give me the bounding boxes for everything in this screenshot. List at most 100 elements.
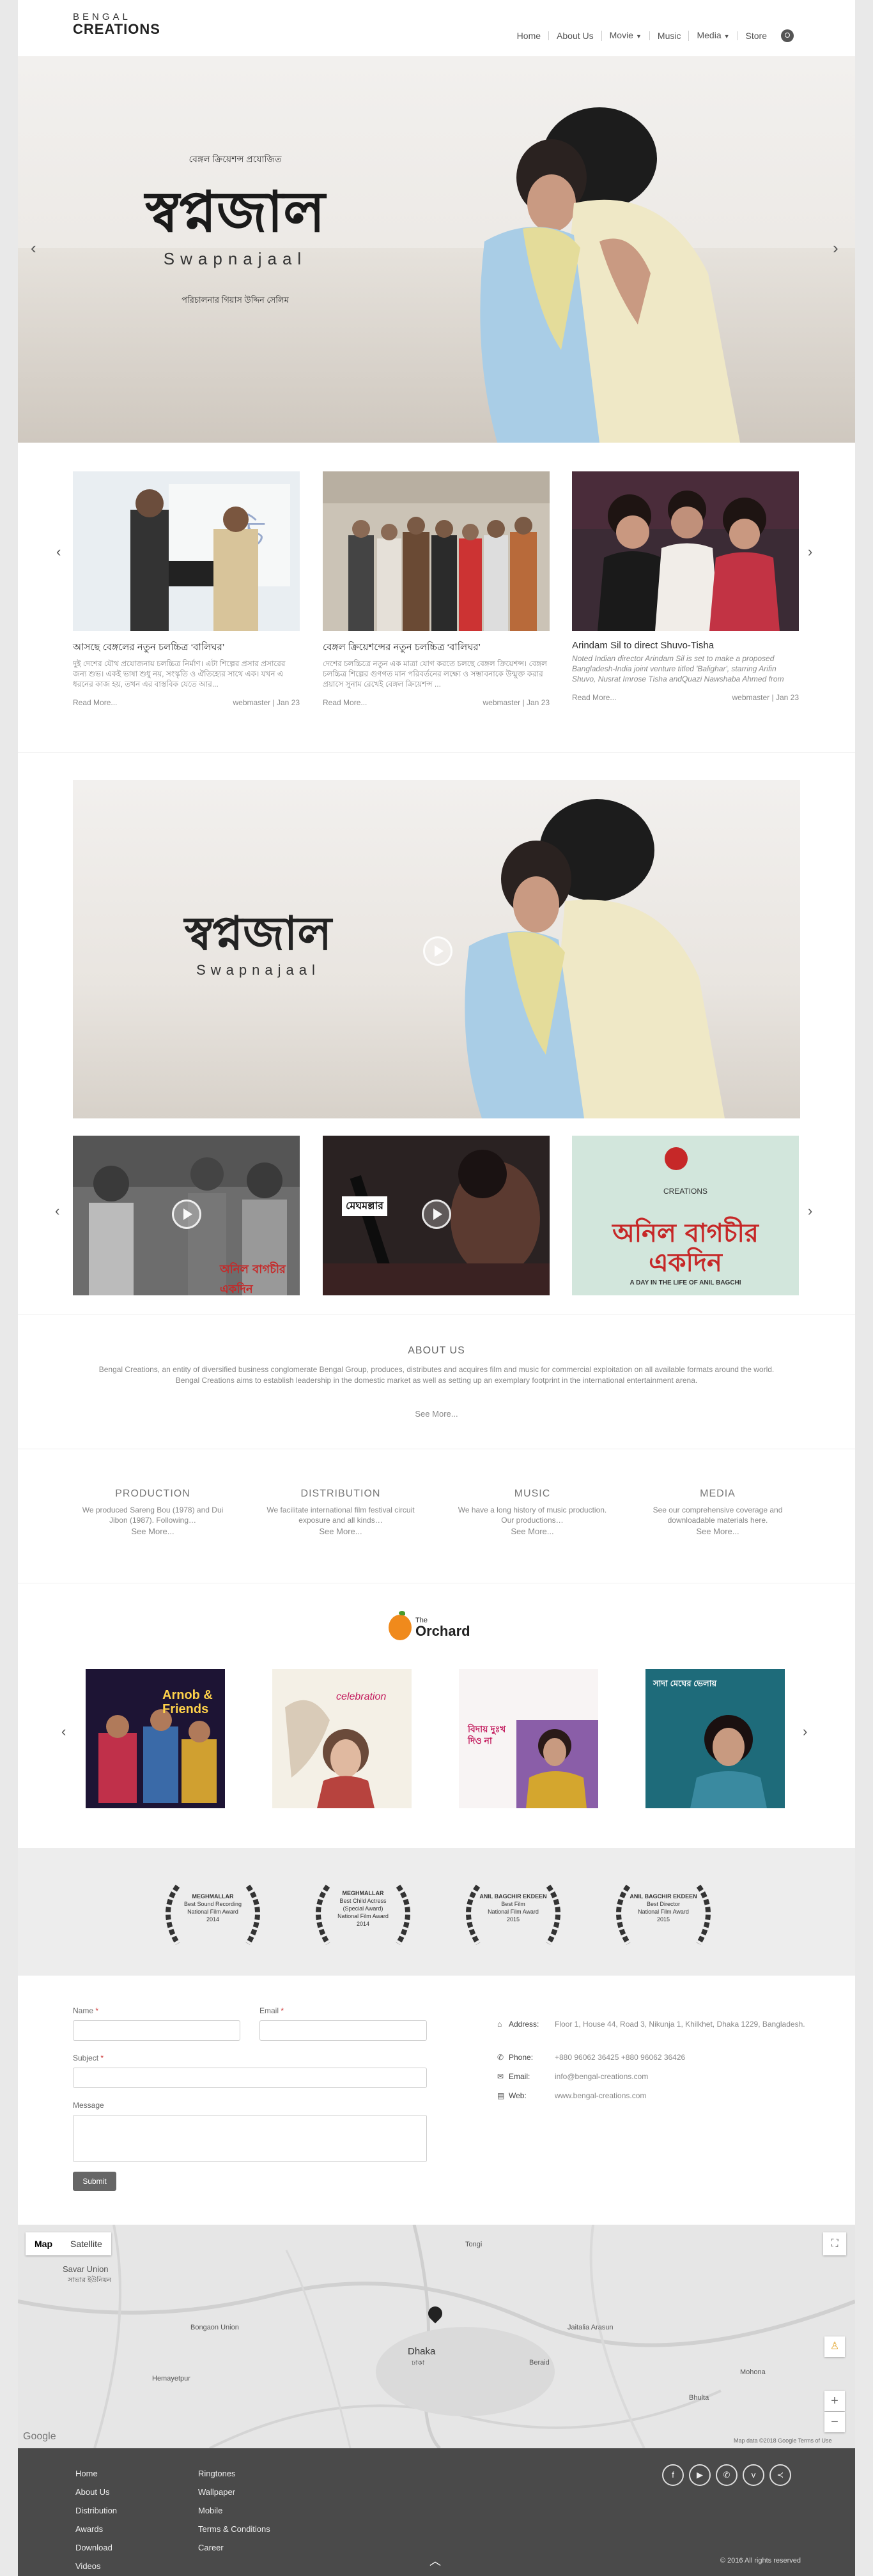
map-tiles: [18, 2225, 855, 2448]
email-info-value[interactable]: info@bengal-creations.com: [555, 2071, 836, 2082]
orchard-logo[interactable]: The Orchard: [389, 1608, 470, 1647]
chevron-left-icon[interactable]: ‹: [61, 1723, 66, 1740]
news-title[interactable]: Arindam Sil to direct Shuvo-Tisha: [572, 640, 799, 651]
map-label: Bhulta: [689, 2394, 709, 2402]
news-card[interactable]: Arindam Sil to direct Shuvo-Tisha Noted …: [572, 471, 799, 702]
footer-link[interactable]: Ringtones: [198, 2464, 270, 2483]
google-logo[interactable]: Google: [23, 2431, 56, 2443]
facebook-icon[interactable]: f: [662, 2464, 684, 2486]
featured-video[interactable]: স্বপ্নজাল Swapnajaal: [73, 780, 800, 1118]
album-cover[interactable]: সাদা মেঘের ভেলায়: [645, 1669, 785, 1808]
news-card[interactable]: চি আসছে বেঙ্গলের নতুন চলচ্চিত্র ‘বালিঘর’…: [73, 471, 300, 707]
news-title[interactable]: আসছে বেঙ্গলের নতুন চলচ্চিত্র ‘বালিঘর’: [73, 640, 300, 656]
footer-link[interactable]: Career: [198, 2538, 270, 2557]
nav-about-us[interactable]: About Us: [548, 31, 601, 40]
album-cover[interactable]: Arnob & Friends: [86, 1669, 225, 1808]
service-see-more[interactable]: See More...: [638, 1527, 798, 1536]
chevron-left-icon[interactable]: ‹: [31, 238, 36, 258]
chevron-left-icon[interactable]: ‹: [56, 544, 61, 560]
chevron-right-icon[interactable]: ›: [808, 1203, 812, 1219]
web-value[interactable]: www.bengal-creations.com: [555, 2091, 836, 2101]
email-field[interactable]: [259, 2020, 427, 2041]
award-line: Best Film: [501, 1901, 525, 1907]
chevron-right-icon[interactable]: ›: [808, 544, 812, 560]
play-icon[interactable]: [422, 1200, 451, 1229]
envelope-icon: ✉: [497, 2072, 504, 2081]
pegman-icon[interactable]: ♙: [824, 2336, 845, 2357]
nav-media-label: Media: [697, 30, 722, 40]
footer-link[interactable]: Awards: [75, 2520, 117, 2538]
google-map[interactable]: Map Satellite ⛶ ♙ + − Savar Union সাভার …: [18, 2225, 855, 2448]
read-more-link[interactable]: Read More...: [73, 698, 117, 707]
award-line: National Film Award: [337, 1913, 389, 1919]
hero-title-en: Swapnajaal: [163, 249, 307, 268]
award-line: (Special Award): [343, 1905, 383, 1912]
vimeo-icon[interactable]: v: [743, 2464, 764, 2486]
service-media: MEDIA See our comprehensive coverage and…: [638, 1488, 798, 1536]
contact-address: ⌂ Address: Floor 1, House 44, Road 3, Ni…: [497, 2019, 836, 2030]
news-card[interactable]: বেঙ্গল ক্রিয়েশন্সের নতুন চলচ্চিত্র ‘বাল…: [323, 471, 550, 707]
album-cover[interactable]: celebration: [272, 1669, 412, 1808]
award-line: Best Director: [646, 1901, 680, 1907]
map-tab[interactable]: Map: [26, 2232, 61, 2255]
map-label: সাভার ইউনিয়ন: [68, 2276, 111, 2284]
service-music: MUSIC We have a long history of music pr…: [452, 1488, 612, 1536]
name-field[interactable]: [73, 2020, 240, 2041]
video-thumbnail[interactable]: CREATIONS অনিল বাগচীর একদিন A DAY IN THE…: [572, 1136, 799, 1295]
read-more-link[interactable]: Read More...: [323, 698, 367, 707]
play-icon[interactable]: [423, 936, 452, 966]
footer-link[interactable]: Download: [75, 2538, 117, 2557]
subject-field[interactable]: [73, 2068, 427, 2088]
footer-link[interactable]: Videos: [75, 2557, 117, 2575]
chevron-right-icon[interactable]: ›: [833, 238, 838, 258]
video-thumbnail[interactable]: অনিল বাগচীর একদিন: [73, 1136, 300, 1295]
chevron-down-icon: ▼: [723, 33, 730, 40]
zoom-in-button[interactable]: +: [824, 2391, 845, 2411]
nav-media[interactable]: Media ▼: [688, 31, 737, 41]
fullscreen-icon[interactable]: ⛶: [823, 2232, 846, 2255]
service-see-more[interactable]: See More...: [73, 1527, 233, 1536]
footer-link[interactable]: Mobile: [198, 2501, 270, 2520]
nav-movie[interactable]: Movie ▼: [601, 31, 649, 41]
footer-link[interactable]: Home: [75, 2464, 117, 2483]
footer-link[interactable]: Wallpaper: [198, 2483, 270, 2501]
chevron-right-icon[interactable]: ›: [803, 1723, 807, 1740]
nav-music[interactable]: Music: [649, 31, 689, 40]
chevron-left-icon[interactable]: ‹: [55, 1203, 59, 1219]
youtube-icon[interactable]: ▶: [689, 2464, 711, 2486]
service-see-more[interactable]: See More...: [452, 1527, 612, 1536]
nav-home[interactable]: Home: [509, 31, 548, 40]
album-cover[interactable]: বিদায় দুঃখ দিও না: [459, 1669, 598, 1808]
award-text: ANIL BAGCHIR EKDEEN Best Film National F…: [468, 1893, 558, 1923]
video-thumbnail[interactable]: মেঘমল্লার: [323, 1136, 550, 1295]
news-title[interactable]: বেঙ্গল ক্রিয়েশন্সের নতুন চলচ্চিত্র ‘বাল…: [323, 640, 550, 656]
share-icon[interactable]: ≺: [769, 2464, 791, 2486]
play-icon[interactable]: [172, 1200, 201, 1229]
map-type-tabs: Map Satellite: [26, 2232, 111, 2255]
message-field[interactable]: [73, 2115, 427, 2162]
news-image[interactable]: [572, 471, 799, 631]
map-attribution[interactable]: Map data ©2018 Google Terms of Use: [734, 2437, 832, 2444]
phone-icon[interactable]: ✆: [716, 2464, 738, 2486]
service-production: PRODUCTION We produced Sareng Bou (1978)…: [73, 1488, 233, 1536]
submit-button[interactable]: Submit: [73, 2172, 116, 2191]
news-image[interactable]: চি: [73, 471, 300, 631]
site-logo[interactable]: BENGAL CREATIONS: [73, 11, 160, 38]
about-see-more[interactable]: See More...: [18, 1409, 855, 1419]
read-more-link[interactable]: Read More...: [572, 693, 616, 702]
news-image[interactable]: [323, 471, 550, 631]
award-line: Best Sound Recording: [183, 1901, 242, 1907]
satellite-tab[interactable]: Satellite: [61, 2232, 111, 2255]
map-label: Bongaon Union: [190, 2324, 239, 2331]
contact-email: ✉ Email: info@bengal-creations.com: [497, 2071, 836, 2082]
award-laurel: ANIL BAGCHIR EKDEEN Best Director Nation…: [603, 1880, 724, 1950]
service-see-more[interactable]: See More...: [261, 1527, 421, 1536]
scroll-to-top-icon[interactable]: ︿: [429, 2552, 441, 2569]
name-label: Name *: [73, 2006, 98, 2015]
nav-store[interactable]: Store: [737, 31, 775, 40]
footer-link[interactable]: Terms & Conditions: [198, 2520, 270, 2538]
search-icon[interactable]: [781, 29, 794, 42]
footer-link[interactable]: Distribution: [75, 2501, 117, 2520]
zoom-out-button[interactable]: −: [824, 2412, 845, 2432]
footer-link[interactable]: About Us: [75, 2483, 117, 2501]
